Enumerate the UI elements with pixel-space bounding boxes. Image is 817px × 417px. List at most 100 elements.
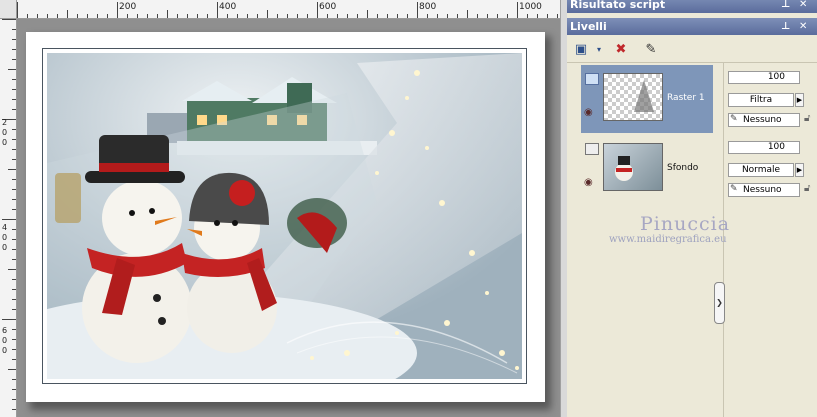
snowman-with-knit-hat bbox=[182, 172, 277, 353]
ruler-tick bbox=[12, 39, 16, 40]
ruler-tick bbox=[12, 329, 16, 330]
chevron-right-icon[interactable]: ▶ bbox=[795, 93, 804, 107]
ruler-tick bbox=[207, 14, 208, 18]
ruler-tick bbox=[487, 14, 488, 18]
layers-titlebar[interactable]: Livelli ⊥ ✕ bbox=[567, 18, 817, 35]
mask-select[interactable]: Nessuno bbox=[728, 113, 800, 127]
ruler-tick bbox=[12, 179, 16, 180]
right-dock-panel: Risultato script ⊥ ✕ Livelli ⊥ ✕ ▣ ▾ ✖ ✎… bbox=[567, 0, 817, 417]
christmas-artwork bbox=[47, 53, 522, 379]
ruler-tick bbox=[12, 109, 16, 110]
close-icon[interactable]: ✕ bbox=[799, 18, 807, 35]
ruler-label: 4 bbox=[1, 223, 8, 232]
ruler-tick bbox=[57, 14, 58, 18]
mask-select[interactable]: Nessuno bbox=[728, 183, 800, 197]
chevron-right-icon[interactable]: ▶ bbox=[795, 163, 804, 177]
pin-icon[interactable]: ⊥ bbox=[781, 0, 790, 13]
left-ruler: 200400600 bbox=[0, 19, 17, 417]
ruler-tick bbox=[367, 10, 368, 18]
ruler-label: 400 bbox=[219, 2, 237, 12]
image-inner-border bbox=[42, 48, 527, 384]
panel-collapse-handle[interactable]: ❯ bbox=[714, 282, 725, 324]
layer-properties: 100 Filtra ▶ Nessuno ✎ 🔓︎ 100 Normale ▶ … bbox=[723, 63, 817, 417]
ruler-tick bbox=[12, 349, 16, 350]
ruler-tick bbox=[297, 14, 298, 18]
ruler-tick bbox=[12, 359, 16, 360]
lock-icon[interactable]: 🔓︎ bbox=[804, 183, 810, 194]
ruler-tick bbox=[12, 49, 16, 50]
christmas-snowman-image[interactable] bbox=[47, 53, 522, 379]
ruler-tick bbox=[387, 14, 388, 18]
ruler-tick bbox=[407, 14, 408, 18]
ruler-tick bbox=[12, 209, 16, 210]
ruler-tick bbox=[27, 14, 28, 18]
ruler-tick bbox=[12, 89, 16, 90]
layer-props-sfondo: 100 Normale ▶ Nessuno ✎ 🔓︎ bbox=[724, 135, 817, 203]
script-output-titlebar[interactable]: Risultato script ⊥ ✕ bbox=[567, 0, 817, 13]
ruler-tick bbox=[37, 14, 38, 18]
layer-name: Raster 1 bbox=[667, 93, 705, 103]
ruler-tick bbox=[12, 79, 16, 80]
delete-layer-icon[interactable]: ✖ bbox=[611, 39, 631, 59]
ruler-tick bbox=[97, 14, 98, 18]
ruler-tick bbox=[2, 19, 16, 20]
ruler-corner bbox=[0, 0, 17, 18]
ruler-tick bbox=[237, 14, 238, 18]
ruler-tick bbox=[507, 14, 508, 18]
blend-mode-select[interactable]: Filtra bbox=[728, 93, 794, 107]
opacity-slider[interactable]: 100 bbox=[728, 71, 800, 84]
watermark-name: Pinuccia bbox=[640, 213, 731, 235]
ruler-tick bbox=[357, 14, 358, 18]
ruler-tick bbox=[257, 14, 258, 18]
layers-toolbar: ▣ ▾ ✖ ✎ bbox=[567, 36, 817, 63]
ruler-tick bbox=[227, 14, 228, 18]
ruler-tick bbox=[277, 14, 278, 18]
ruler-label: 200 bbox=[119, 2, 137, 12]
ruler-tick bbox=[197, 14, 198, 18]
ruler-label: 6 bbox=[1, 326, 8, 335]
edit-layer-icon[interactable]: ✎ bbox=[641, 39, 661, 59]
chevron-down-icon[interactable]: ▾ bbox=[589, 39, 609, 59]
blend-mode-select[interactable]: Normale bbox=[728, 163, 794, 177]
ruler-tick bbox=[12, 239, 16, 240]
eye-icon[interactable]: ◉ bbox=[584, 177, 593, 188]
ruler-label: 600 bbox=[319, 2, 337, 12]
watermark-url: www.maidiregrafica.eu bbox=[609, 234, 727, 245]
ruler-tick bbox=[12, 59, 16, 60]
new-layer-icon[interactable]: ▣ bbox=[571, 39, 591, 59]
ruler-tick bbox=[417, 2, 418, 18]
ruler-tick bbox=[12, 99, 16, 100]
ruler-label: 0 bbox=[1, 346, 8, 355]
ruler-tick bbox=[467, 10, 468, 18]
raster-layer-icon bbox=[585, 73, 599, 85]
image-frame[interactable] bbox=[26, 32, 545, 402]
ruler-tick bbox=[127, 14, 128, 18]
ruler-tick bbox=[2, 219, 16, 220]
ruler-tick bbox=[8, 369, 16, 370]
lock-icon[interactable]: 🔓︎ bbox=[804, 113, 810, 124]
close-icon[interactable]: ✕ bbox=[799, 0, 807, 13]
ruler-tick bbox=[517, 2, 518, 18]
ruler-tick bbox=[317, 2, 318, 18]
layer-row-sfondo[interactable]: ◉ Sfondo bbox=[581, 135, 713, 203]
ruler-tick bbox=[67, 10, 68, 18]
ruler-tick bbox=[287, 14, 288, 18]
ruler-tick bbox=[547, 14, 548, 18]
ruler-tick bbox=[12, 249, 16, 250]
layer-row-raster-1[interactable]: ◉ Raster 1 bbox=[581, 65, 713, 133]
ruler-tick bbox=[8, 69, 16, 70]
pin-icon[interactable]: ⊥ bbox=[781, 18, 790, 35]
layer-thumbnail bbox=[603, 73, 663, 121]
ruler-tick bbox=[147, 14, 148, 18]
ruler-tick bbox=[12, 129, 16, 130]
ruler-label: 0 bbox=[1, 336, 8, 345]
eye-icon[interactable]: ◉ bbox=[584, 107, 593, 118]
ruler-tick bbox=[12, 299, 16, 300]
ruler-tick bbox=[17, 2, 18, 18]
opacity-slider[interactable]: 100 bbox=[728, 141, 800, 154]
top-ruler: 200 400 600 800 1000 bbox=[0, 0, 560, 19]
ruler-tick bbox=[12, 389, 16, 390]
ruler-tick bbox=[157, 14, 158, 18]
background-layer-icon bbox=[585, 143, 599, 155]
canvas-vertical-scrollbar[interactable] bbox=[560, 0, 567, 417]
